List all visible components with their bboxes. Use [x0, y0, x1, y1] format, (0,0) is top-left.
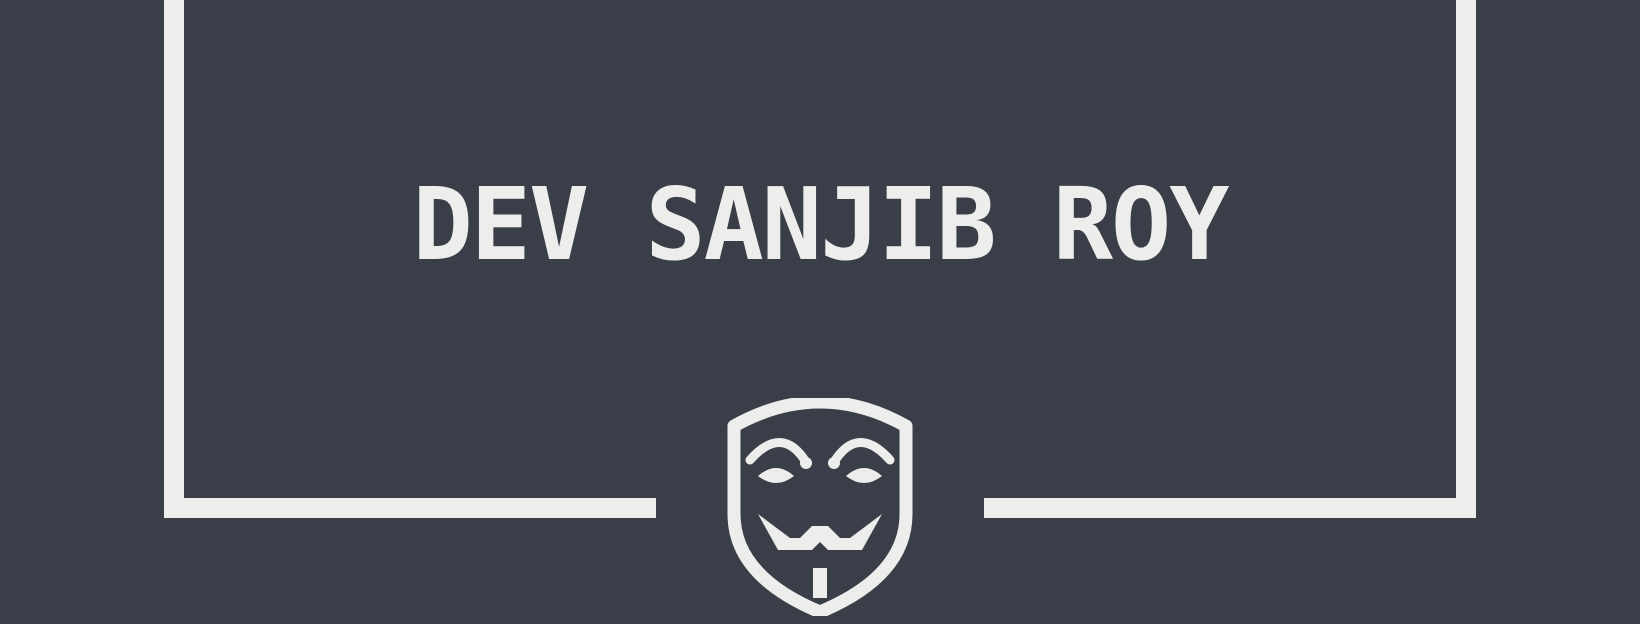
guy-fawkes-mask-icon: [727, 398, 913, 616]
banner-title: DEV SANJIB ROY: [412, 166, 1230, 283]
